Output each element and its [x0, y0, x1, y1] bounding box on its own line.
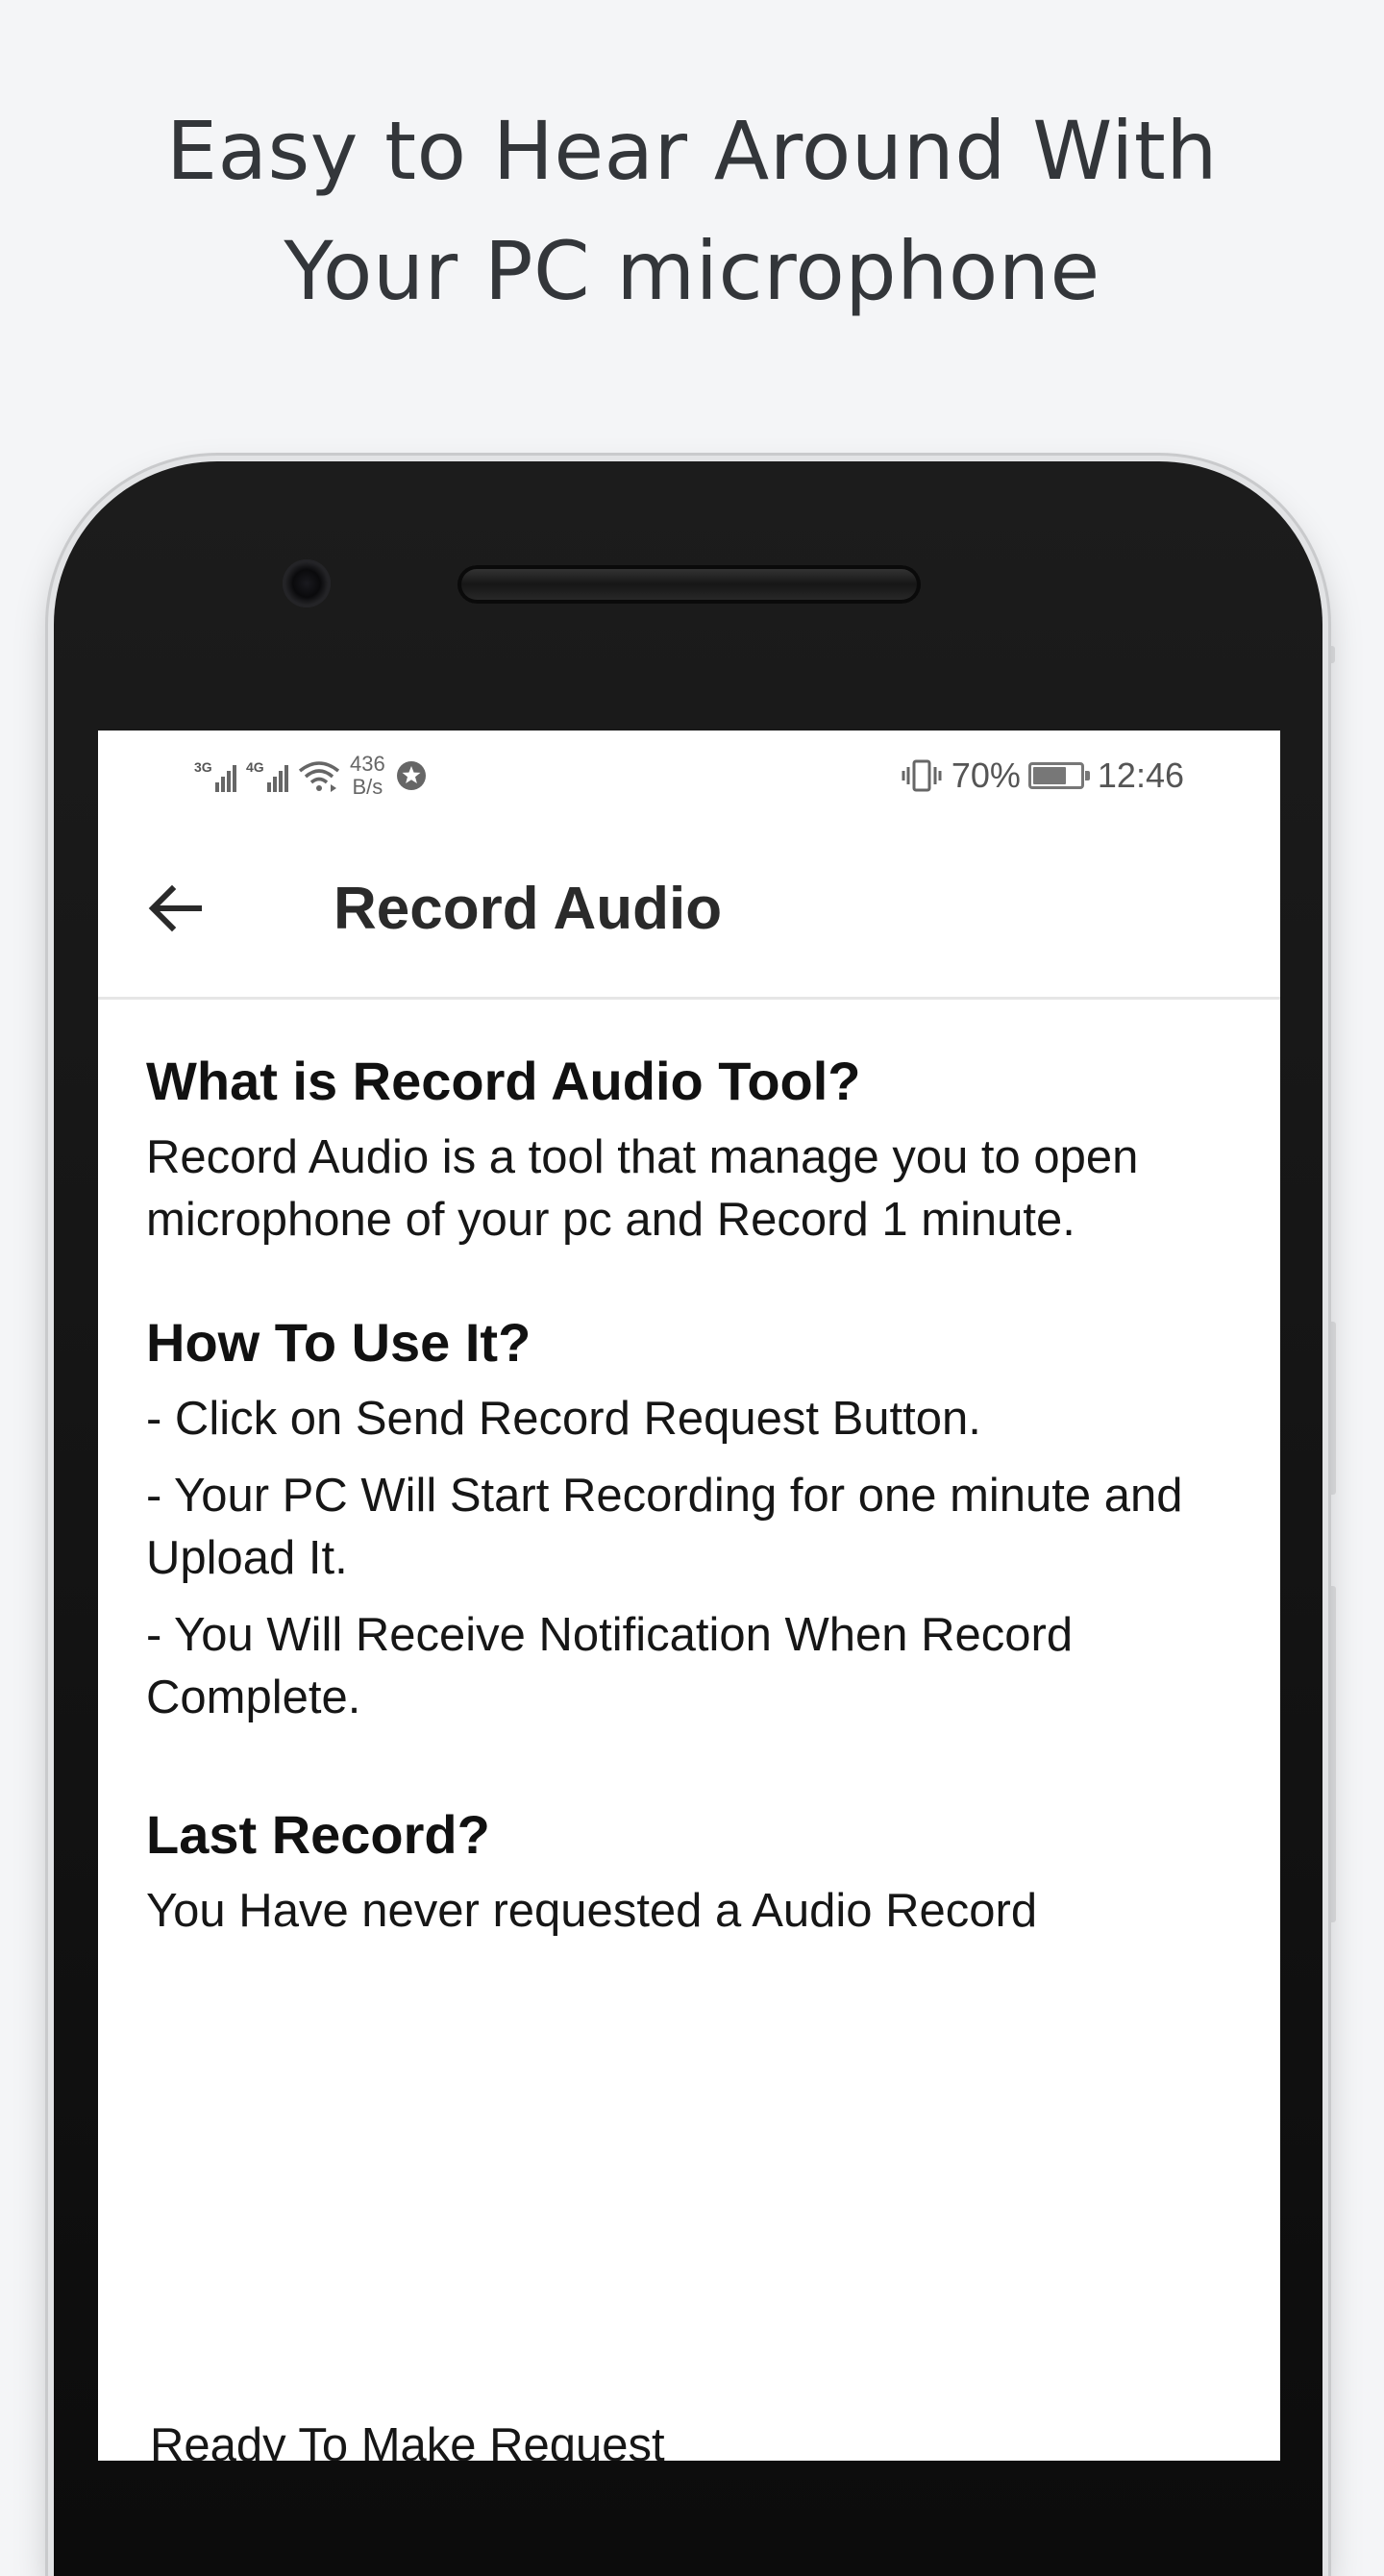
promo-headline-line-1: Easy to Hear Around With	[165, 104, 1219, 198]
status-bar: 3G 4G 436 B/s 70% 12:46	[98, 731, 1280, 817]
back-button[interactable]	[136, 870, 213, 947]
signal-icon: 3G	[194, 759, 236, 792]
request-status-text: Ready To Make Request	[150, 2419, 665, 2461]
what-section-body: Record Audio is a tool that manage you t…	[146, 1131, 1139, 1246]
battery-icon	[1027, 762, 1090, 789]
battery-percent: 70%	[951, 755, 1021, 795]
network-type-label: 3G	[194, 759, 212, 775]
content-area: What is Record Audio Tool? Record Audio …	[146, 1048, 1242, 1943]
what-section-title: What is Record Audio Tool?	[146, 1051, 861, 1111]
network-speed: 436 B/s	[350, 753, 385, 799]
vibrate-icon	[902, 759, 942, 792]
network-speed-unit: B/s	[352, 775, 383, 799]
earpiece-speaker	[457, 565, 921, 604]
phone-power-button	[1326, 1586, 1336, 1922]
phone-volume-button	[1326, 1322, 1336, 1495]
promo-headline: Easy to Hear Around With Your PC microph…	[0, 91, 1384, 332]
network-type-label: 4G	[246, 759, 264, 775]
last-record-title: Last Record?	[146, 1804, 490, 1865]
signal-icon: 4G	[246, 759, 288, 792]
app-bar: Record Audio	[98, 817, 1280, 1000]
instruction-step: - Click on Send Record Request Button.	[146, 1393, 981, 1445]
phone-side-edge-detail	[1325, 646, 1335, 663]
arrow-left-icon	[148, 884, 202, 932]
instruction-step: - You Will Receive Notification When Rec…	[146, 1609, 1074, 1723]
battery-fill	[1032, 767, 1066, 784]
front-camera	[283, 559, 331, 607]
wifi-icon	[298, 761, 340, 792]
status-bar-right: 70% 12:46	[900, 752, 1184, 800]
page-title: Record Audio	[334, 876, 723, 942]
clock: 12:46	[1097, 755, 1184, 795]
how-section-title: How To Use It?	[146, 1312, 531, 1373]
network-speed-value: 436	[350, 752, 385, 776]
promo-headline-line-2: Your PC microphone	[284, 224, 1100, 318]
phone-screen: 3G 4G 436 B/s 70% 12:46 Record Audio Wha…	[98, 731, 1280, 2461]
badge-icon	[396, 761, 426, 790]
last-record-body: You Have never requested a Audio Record	[146, 1885, 1038, 1937]
instruction-step: - Your PC Will Start Recording for one m…	[146, 1470, 1183, 1584]
status-bar-left: 3G 4G 436 B/s	[194, 752, 428, 800]
